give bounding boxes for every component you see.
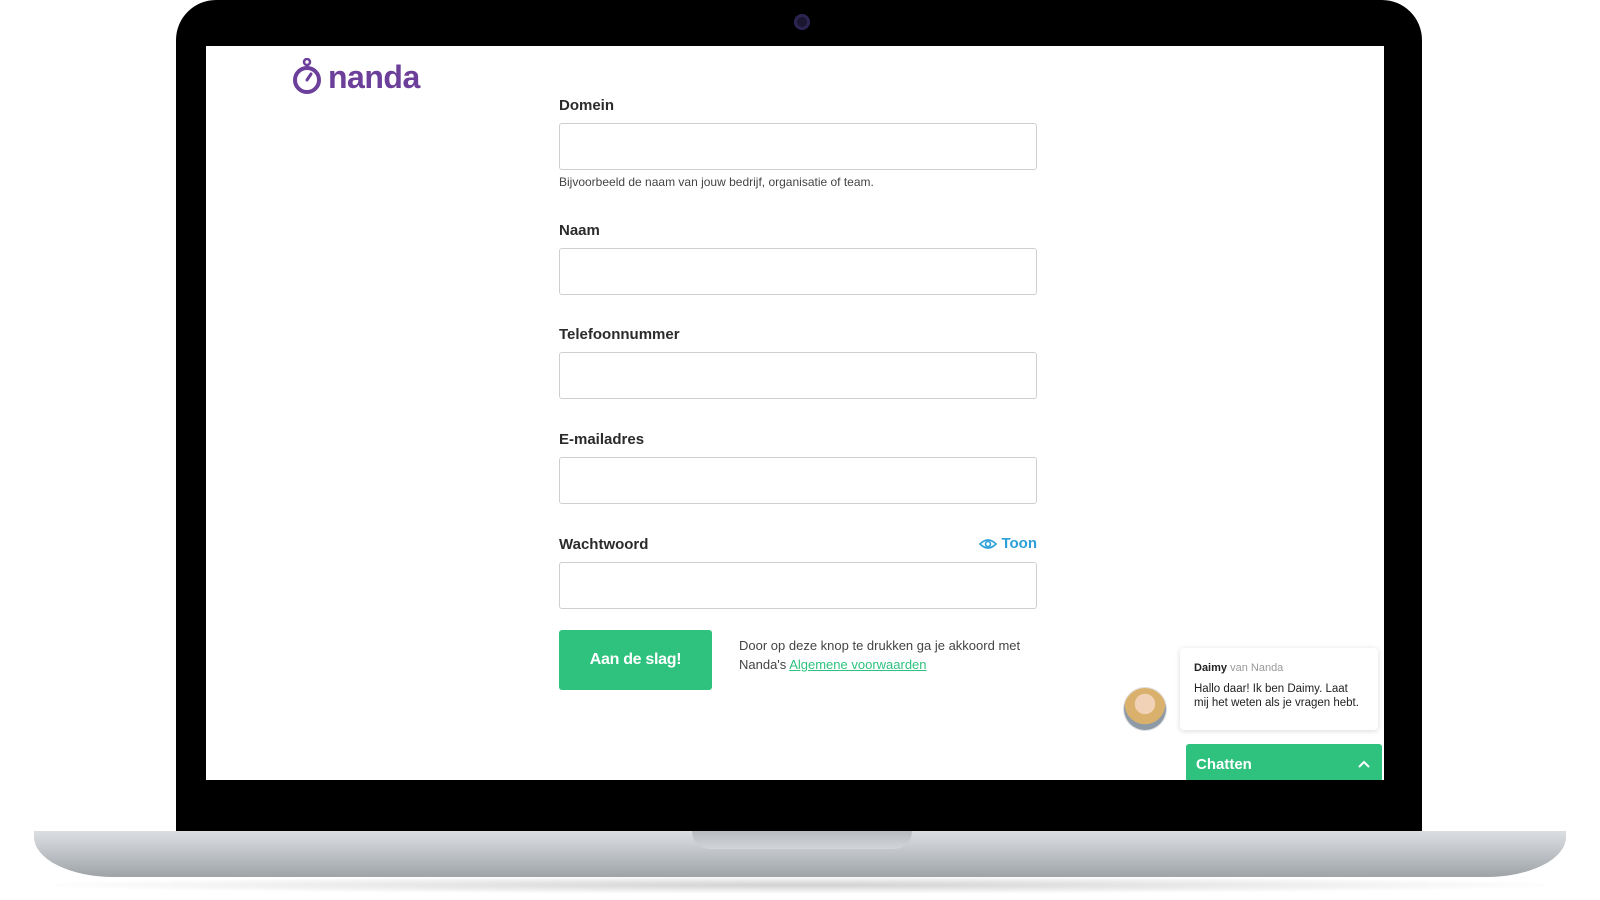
show-password-toggle[interactable]: Toon	[979, 535, 1037, 552]
brand-logo[interactable]: nanda	[290, 58, 420, 96]
laptop-shadow	[20, 876, 1580, 894]
phone-label: Telefoonnummer	[559, 326, 680, 343]
chat-agent-name: Daimy	[1194, 662, 1228, 674]
webcam	[794, 14, 810, 30]
eye-icon	[979, 538, 998, 549]
stopwatch-logo-icon	[293, 58, 321, 94]
show-password-label: Toon	[1001, 535, 1037, 552]
chat-message: Hallo daar! Ik ben Daimy. Laat mij het w…	[1194, 683, 1359, 709]
name-input[interactable]	[559, 248, 1037, 295]
screen: nanda Domein Bijvoorbeeld de naam van jo…	[206, 46, 1384, 780]
terms-notice: Door op deze knop te drukken ga je akkoo…	[739, 636, 1039, 674]
password-label: Wachtwoord	[559, 536, 649, 553]
domain-input[interactable]	[559, 123, 1037, 170]
chat-sender: Daimy van Nanda	[1194, 662, 1364, 674]
phone-input[interactable]	[559, 352, 1037, 399]
name-label: Naam	[559, 222, 600, 239]
terms-link[interactable]: Algemene voorwaarden	[789, 657, 926, 672]
chat-launcher-label: Chatten	[1196, 755, 1252, 773]
laptop-base-notch	[692, 831, 912, 849]
email-label: E-mailadres	[559, 431, 645, 448]
chevron-up-icon	[1358, 760, 1370, 768]
email-input[interactable]	[559, 457, 1037, 504]
domain-hint: Bijvoorbeeld de naam van jouw bedrijf, o…	[559, 175, 874, 189]
domain-label: Domein	[559, 97, 615, 114]
chat-agent-org: van Nanda	[1230, 662, 1284, 674]
chat-agent-avatar[interactable]	[1124, 688, 1166, 730]
submit-button[interactable]: Aan de slag!	[559, 630, 712, 690]
password-input[interactable]	[559, 562, 1037, 609]
brand-name: nanda	[328, 58, 420, 95]
chat-launcher[interactable]: Chatten	[1186, 744, 1382, 780]
chat-greeting-bubble[interactable]: Daimy van Nanda Hallo daar! Ik ben Daimy…	[1180, 648, 1378, 730]
